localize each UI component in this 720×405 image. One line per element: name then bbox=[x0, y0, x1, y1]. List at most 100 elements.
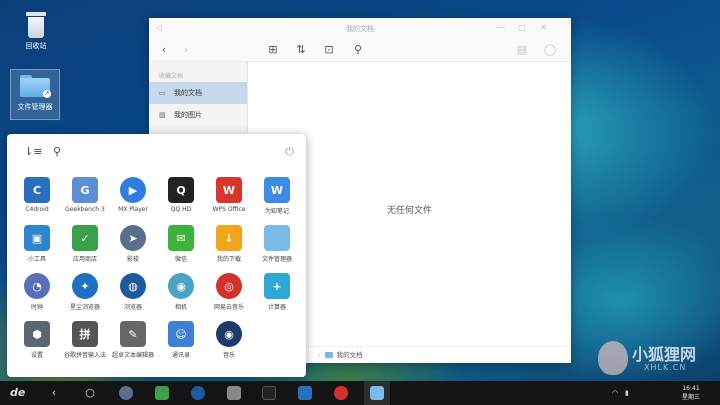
close-icon[interactable]: ✕ bbox=[540, 23, 547, 32]
app-label: 影梭 bbox=[126, 256, 139, 263]
taskbar: de ‹ ○ ◠ ▮ 16:41 星期三 bbox=[0, 381, 720, 405]
app-item[interactable]: ✎ 超卓文本编辑器 bbox=[109, 321, 157, 369]
desktop-icon-recycle-bin[interactable]: 回收站 bbox=[10, 12, 62, 51]
desktop-icon-label: 回收站 bbox=[25, 42, 47, 50]
search-icon[interactable]: ⚲ bbox=[53, 145, 61, 158]
battery-icon[interactable]: ▮ bbox=[625, 389, 633, 397]
sidebar-item-label: 我的图片 bbox=[174, 111, 202, 119]
back-icon[interactable]: ‹ bbox=[157, 43, 171, 57]
minimize-icon[interactable]: — bbox=[497, 23, 505, 32]
app-item[interactable]: ▶ MX Player bbox=[109, 177, 157, 225]
window-titlebar[interactable]: ◁ 我的文档 — ▢ ✕ bbox=[149, 18, 571, 38]
app-item[interactable]: 拼谷歌拼音输入法 bbox=[61, 321, 109, 369]
app-label: 谷歌拼音输入法 bbox=[63, 352, 106, 359]
taskbar-netease-music-icon[interactable] bbox=[334, 386, 348, 400]
geekbench-icon: G bbox=[72, 177, 98, 203]
wifi-icon[interactable]: ◠ bbox=[612, 389, 620, 397]
app-label: 计算器 bbox=[267, 304, 286, 311]
app-item[interactable]: ◔ 时钟 bbox=[13, 273, 61, 321]
watermark: 小狐狸网 XHLK.CN bbox=[592, 339, 712, 379]
app-item[interactable]: ▣ 小工具 bbox=[13, 225, 61, 273]
music-icon: ◉ bbox=[216, 321, 242, 347]
wiz-note-icon: W bbox=[264, 177, 290, 203]
app-label: 时钟 bbox=[30, 304, 43, 311]
clipboard-icon[interactable]: ▤ bbox=[515, 43, 529, 57]
app-item[interactable]: ◉ 音乐 bbox=[205, 321, 253, 369]
taskbar-c4droid-icon[interactable] bbox=[298, 386, 312, 400]
taskbar-browser-icon[interactable] bbox=[191, 386, 205, 400]
app-label: 为知笔记 bbox=[264, 208, 289, 215]
taskbar-text-editor-icon[interactable] bbox=[227, 386, 241, 400]
start-button-icon[interactable]: de bbox=[10, 386, 25, 400]
app-item[interactable]: Q QQ HD bbox=[157, 177, 205, 225]
app-label: 设置 bbox=[30, 352, 43, 359]
select-icon[interactable]: ◯ bbox=[543, 43, 557, 57]
app-label: 我的下载 bbox=[216, 256, 241, 263]
clock[interactable]: 16:41 星期三 bbox=[682, 384, 700, 402]
forward-icon[interactable]: › bbox=[179, 43, 193, 57]
play-icon: ▶ bbox=[120, 177, 146, 203]
netease-music-icon: ◎ bbox=[216, 273, 242, 299]
app-item[interactable]: ✓ 应用商店 bbox=[61, 225, 109, 273]
power-icon[interactable]: ⏻ bbox=[285, 145, 294, 159]
app-item[interactable]: W WPS Office bbox=[205, 177, 253, 225]
taskbar-store-icon[interactable] bbox=[155, 386, 169, 400]
camera-icon: ◉ bbox=[168, 273, 194, 299]
app-item[interactable]: ➤ 影梭 bbox=[109, 225, 157, 273]
app-item[interactable]: W 为知笔记 bbox=[253, 177, 301, 225]
c4droid-icon: C bbox=[24, 177, 50, 203]
store-icon: ✓ bbox=[72, 225, 98, 251]
contacts-icon: ☺ bbox=[168, 321, 194, 347]
app-label: 应用商店 bbox=[72, 256, 97, 263]
watermark-subtext: XHLK.CN bbox=[644, 363, 687, 372]
app-label: 浏览器 bbox=[123, 304, 142, 311]
app-item[interactable]: + 计算器 bbox=[253, 273, 301, 321]
home-icon[interactable]: ○ bbox=[83, 386, 97, 400]
maximize-icon[interactable]: ▢ bbox=[518, 23, 526, 32]
taskbar-qq-icon[interactable] bbox=[262, 386, 276, 400]
back-icon[interactable]: ‹ bbox=[47, 386, 61, 400]
app-label: QQ HD bbox=[170, 206, 192, 213]
breadcrumb-item[interactable]: 我的文档 bbox=[337, 351, 363, 359]
download-icon: ↓ bbox=[216, 225, 242, 251]
pinyin-icon: 拼 bbox=[72, 321, 98, 347]
desktop-icon-file-manager[interactable]: ↗ 文件管理器 bbox=[10, 69, 60, 120]
folder-icon bbox=[264, 225, 290, 251]
app-grid: C C4droid G Geekbench 3 ▶ MX Player Q QQ HD W WPS… bbox=[13, 177, 300, 369]
shadowsocks-icon: ➤ bbox=[120, 225, 146, 251]
tools-icon: ▣ bbox=[24, 225, 50, 251]
app-item[interactable]: 文件管理器 bbox=[253, 225, 301, 273]
new-folder-icon[interactable]: ⊡ bbox=[322, 43, 336, 57]
app-item[interactable]: ◉ 相机 bbox=[157, 273, 205, 321]
app-item[interactable]: ↓ 我的下载 bbox=[205, 225, 253, 273]
taskbar-shadowsocks-icon[interactable] bbox=[119, 386, 133, 400]
sidebar-item-my-pictures[interactable]: ▨ 我的图片 bbox=[149, 104, 247, 126]
app-label: 超卓文本编辑器 bbox=[111, 352, 154, 359]
app-item[interactable]: ✉ 微信 bbox=[157, 225, 205, 273]
app-item[interactable]: ⬢ 设置 bbox=[13, 321, 61, 369]
app-label: 小工具 bbox=[27, 256, 46, 263]
recycle-bin-icon bbox=[26, 12, 46, 38]
folder-icon: ▭ bbox=[159, 89, 166, 97]
toolbar: ‹ › ⊞ ⇅ ⊡ ⚲ ▤ ◯ bbox=[149, 38, 571, 62]
sort-icon[interactable]: ⇅ bbox=[294, 43, 308, 57]
app-item[interactable]: G Geekbench 3 bbox=[61, 177, 109, 225]
app-label: 星尘浏览器 bbox=[69, 304, 100, 311]
start-menu: ⇂≡ ⚲ ⏻ C C4droid G Geekbench 3 ▶ MX Player Q QQ… bbox=[7, 134, 306, 377]
app-item[interactable]: ☺ 通讯录 bbox=[157, 321, 205, 369]
taskbar-file-manager-icon[interactable] bbox=[370, 386, 384, 400]
sidebar-item-my-documents[interactable]: ▭ 我的文档 bbox=[149, 82, 247, 104]
search-icon[interactable]: ⚲ bbox=[351, 43, 365, 57]
app-item[interactable]: ✦ 星尘浏览器 bbox=[61, 273, 109, 321]
sort-icon[interactable]: ⇂≡ bbox=[24, 145, 42, 158]
app-item[interactable]: ◍ 浏览器 bbox=[109, 273, 157, 321]
app-item[interactable]: ◎ 网易云音乐 bbox=[205, 273, 253, 321]
app-label: Geekbench 3 bbox=[65, 206, 105, 213]
calculator-icon: + bbox=[264, 273, 290, 299]
grid-view-icon[interactable]: ⊞ bbox=[266, 43, 280, 57]
app-label: 文件管理器 bbox=[261, 256, 292, 263]
app-item[interactable]: C C4droid bbox=[13, 177, 61, 225]
clock-icon: ◔ bbox=[24, 273, 50, 299]
start-menu-header: ⇂≡ ⚲ ⏻ bbox=[7, 134, 306, 170]
sidebar-section-title: 收藏文档 bbox=[159, 73, 184, 80]
